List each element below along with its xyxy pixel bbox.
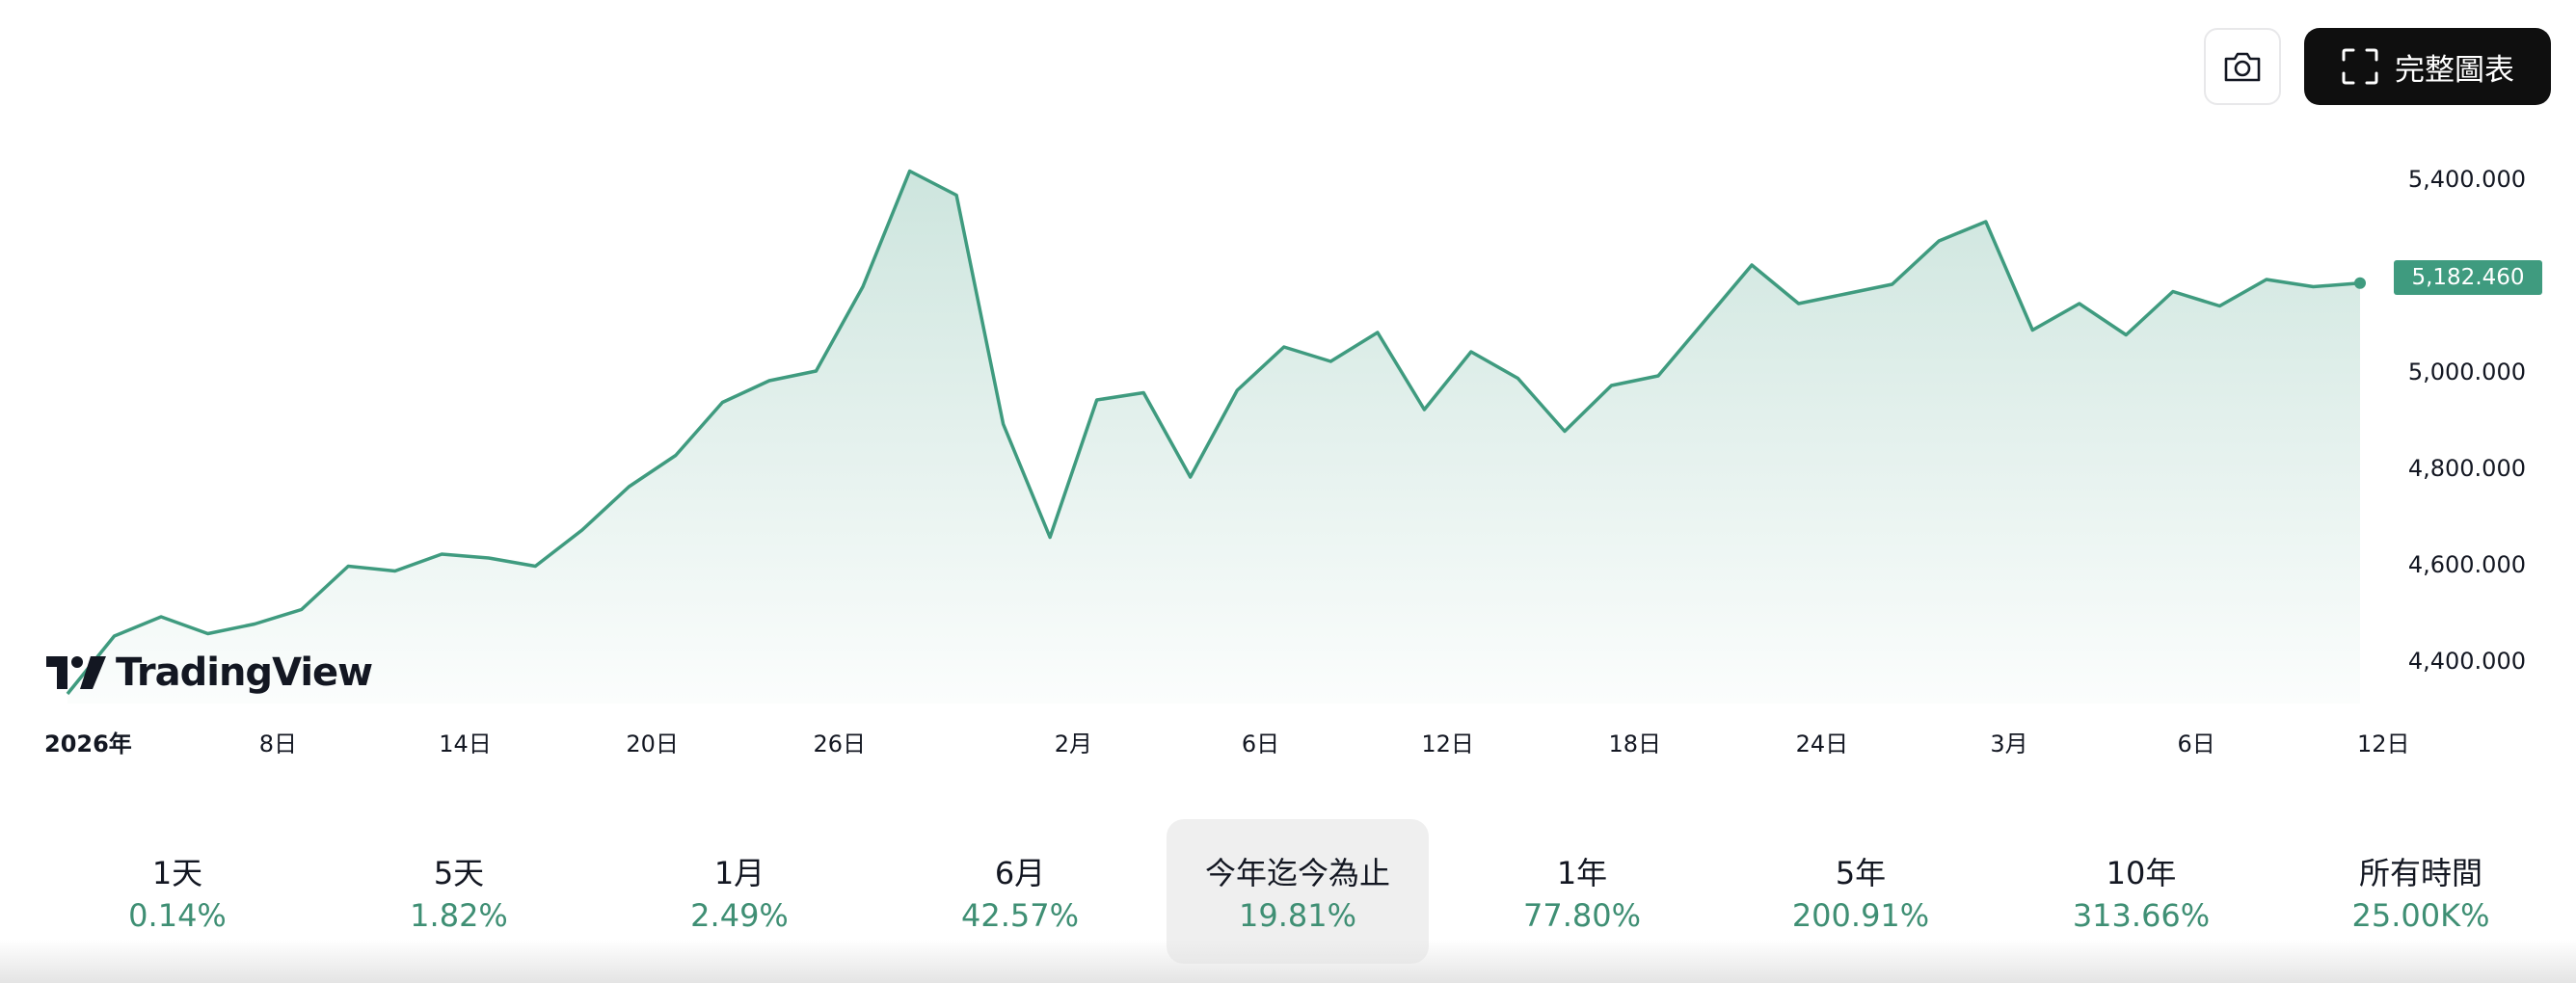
x-tick-label: 2月 bbox=[1055, 731, 1092, 757]
price-area-fill bbox=[67, 171, 2360, 704]
range-tab-label: 1年 bbox=[1556, 855, 1608, 891]
range-tab-label: 10年 bbox=[2106, 855, 2177, 891]
range-tab-change: 2.49% bbox=[690, 897, 789, 934]
x-tick-label: 6日 bbox=[2178, 731, 2215, 757]
x-tick-label: 20日 bbox=[626, 731, 679, 757]
range-tab-label: 6月 bbox=[994, 855, 1046, 891]
y-tick-label: 5,400.000 bbox=[2408, 166, 2526, 193]
last-price-badge: 5,182.460 bbox=[2394, 260, 2542, 295]
range-tab-label: 1月 bbox=[713, 855, 765, 891]
x-tick-label: 3月 bbox=[1990, 731, 2027, 757]
tradingview-logo[interactable]: TradingView bbox=[46, 651, 373, 695]
range-tab-label: 所有時間 bbox=[2358, 855, 2482, 891]
y-tick-label: 5,000.000 bbox=[2408, 359, 2526, 385]
range-tab-change: 1.82% bbox=[410, 897, 508, 934]
x-tick-label: 14日 bbox=[439, 731, 492, 757]
snapshot-button[interactable] bbox=[2204, 28, 2281, 105]
range-tab-label: 今年迄今為止 bbox=[1204, 855, 1390, 891]
camera-icon bbox=[2224, 52, 2261, 82]
x-tick-label: 6日 bbox=[1242, 731, 1279, 757]
range-tab-label: 5天 bbox=[433, 855, 485, 891]
x-tick-label: 24日 bbox=[1796, 731, 1849, 757]
tradingview-logo-icon bbox=[46, 656, 106, 689]
last-price-dot bbox=[2354, 277, 2366, 289]
range-tab-change: 0.14% bbox=[128, 897, 227, 934]
fullscreen-corners-icon bbox=[2342, 48, 2378, 85]
range-tab-label: 5年 bbox=[1835, 855, 1887, 891]
logo-text: TradingView bbox=[116, 651, 373, 695]
range-tab-change: 42.57% bbox=[960, 897, 1079, 934]
x-tick-label: 12日 bbox=[2357, 731, 2410, 757]
x-tick-label: 26日 bbox=[813, 731, 866, 757]
range-tab-change: 25.00K% bbox=[2351, 897, 2490, 934]
full-chart-label: 完整圖表 bbox=[2395, 52, 2514, 88]
x-tick-label: 8日 bbox=[259, 731, 297, 757]
range-tab-label: 1天 bbox=[151, 855, 203, 891]
price-chart[interactable]: 4,400.0004,600.0004,800.0005,000.0005,20… bbox=[0, 0, 2576, 771]
y-tick-label: 4,800.000 bbox=[2408, 455, 2526, 482]
range-tab-change: 313.66% bbox=[2072, 897, 2211, 934]
chart-canvas[interactable]: 4,400.0004,600.0004,800.0005,000.0005,20… bbox=[0, 0, 2576, 771]
full-chart-button[interactable]: 完整圖表 bbox=[2304, 28, 2551, 105]
x-tick-label: 12日 bbox=[1421, 731, 1474, 757]
range-tab-change: 19.81% bbox=[1238, 897, 1356, 934]
bottom-shadow bbox=[0, 940, 2576, 983]
x-tick-label: 2026年 bbox=[44, 731, 132, 757]
y-tick-label: 4,600.000 bbox=[2408, 551, 2526, 578]
range-tab-change: 77.80% bbox=[1522, 897, 1641, 934]
y-tick-label: 4,400.000 bbox=[2408, 648, 2526, 675]
range-tab-change: 200.91% bbox=[1791, 897, 1930, 934]
x-tick-label: 18日 bbox=[1609, 731, 1662, 757]
